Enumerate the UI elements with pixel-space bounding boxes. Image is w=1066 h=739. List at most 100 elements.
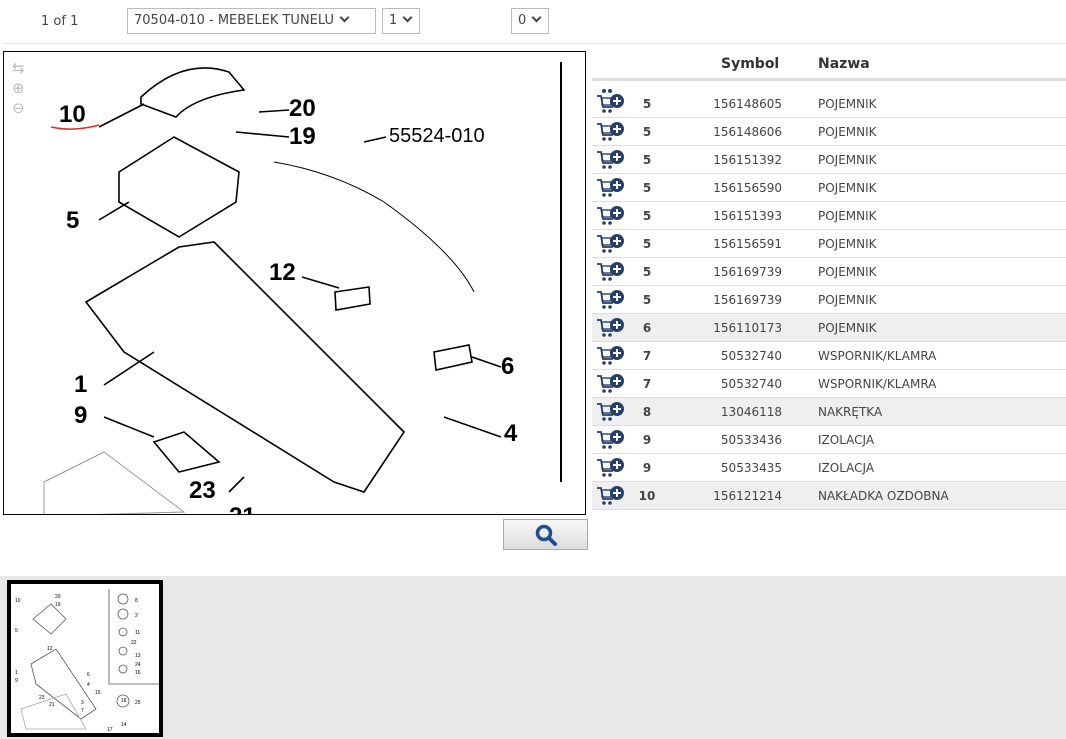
table-row[interactable]: 5 156151392 POJEMNIK [592,146,1066,174]
callout-label[interactable]: 6 [501,353,514,380]
dots-icon [592,81,1066,93]
callout-label[interactable]: 23 [189,477,216,504]
table-row[interactable]: 5 156156591 POJEMNIK [592,230,1066,258]
callout-label[interactable]: 5 [66,207,79,234]
parts-table: Symbol Nazwa 5 156148605 POJEMNIK 5 1561… [592,50,1066,510]
header-name[interactable]: Nazwa [818,56,870,72]
table-row[interactable]: 8 13046118 NAKRĘTKA [592,398,1066,426]
thumbnail-callout: 5 [15,628,18,634]
zoom-out-icon[interactable]: ⊖ [12,98,32,118]
page-select[interactable]: 1 [382,8,420,34]
part-name: POJEMNIK [818,321,877,335]
table-row[interactable]: 7 50532740 WSPORNIK/KLAMRA [592,370,1066,398]
part-symbol: 156169739 [713,293,782,307]
callout-label[interactable]: 20 [289,95,316,122]
part-name: POJEMNIK [818,209,877,223]
callout-label[interactable]: 19 [289,123,316,150]
table-row[interactable]: 5 156156590 POJEMNIK [592,174,1066,202]
thumbnail-callout: 21 [49,702,55,708]
table-body: 5 156148605 POJEMNIK 5 156148606 POJEMNI… [592,90,1066,510]
callout-label[interactable]: 1 [74,371,87,398]
part-symbol: 156169739 [713,265,782,279]
part-symbol: 156121214 [713,489,782,503]
chevron-down-icon [339,12,350,23]
diagram-thumbnail[interactable]: 10 20 19 5 12 1 9 6 4 23 21 3 7 8 2 11 22 13 24 16 25 15 18 14 1… [7,580,163,737]
part-name: POJEMNIK [818,153,877,167]
thumbnail-callout: 12 [47,646,53,652]
thumbnail-strip: 10 20 19 5 12 1 9 6 4 23 21 3 7 8 2 11 22 13 24 16 25 15 18 14 1… [0,576,1066,739]
magnifier-icon [535,524,557,546]
group-select[interactable]: 70504-010 - MEBELEK TUNELU [127,8,376,34]
callout-label[interactable]: 12 [269,259,296,286]
position-number: 6 [642,321,652,335]
position-number: 5 [642,265,652,279]
thumbnail-callout: 8 [135,598,138,604]
zoom-tools: ⇆ ⊕ ⊖ [12,58,32,118]
position-number: 5 [642,125,652,139]
position-number: 9 [642,433,652,447]
table-row[interactable]: 5 156151393 POJEMNIK [592,202,1066,230]
part-symbol: 156110173 [713,321,782,335]
table-row[interactable]: 7 50532740 WSPORNIK/KLAMRA [592,342,1066,370]
thumbnail-callout: 24 [135,662,141,668]
thumbnail-callout: 13 [135,653,141,659]
table-row[interactable]: 9 50533435 IZOLACJA [592,454,1066,482]
part-name: IZOLACJA [818,433,875,447]
thumbnail-callout: 18 [121,698,127,704]
thumbnail-callout: 3 [81,700,84,706]
part-symbol: 50533436 [720,433,782,447]
table-row[interactable]: 5 156169739 POJEMNIK [592,286,1066,314]
thumbnail-callout: 4 [87,682,90,688]
table-row[interactable]: 9 50533436 IZOLACJA [592,426,1066,454]
thumbnail-callout: 23 [39,695,45,701]
zoom-search-button[interactable] [503,519,588,550]
table-row[interactable]: 6 156110173 POJEMNIK [592,314,1066,342]
position-number: 7 [642,349,652,363]
thumbnail-callout: 1 [15,670,18,676]
thumbnail-callout: 25 [135,700,141,706]
part-name: POJEMNIK [818,125,877,139]
thumbnail-drawing: 10201951219642321 37821122132416251518141… [15,589,159,733]
position-number: 5 [642,97,652,111]
part-name: NAKRĘTKA [818,405,883,419]
header-symbol[interactable]: Symbol [721,56,779,72]
callout-label[interactable]: 10 [59,101,86,128]
part-name: POJEMNIK [818,181,877,195]
part-name: WSPORNIK/KLAMRA [818,349,937,363]
table-row[interactable]: 5 156148605 POJEMNIK [592,90,1066,118]
callout-label[interactable]: 4 [504,420,518,447]
table-row[interactable]: 5 156148606 POJEMNIK [592,118,1066,146]
variant-select-value: 0 [518,13,527,28]
part-symbol: 156156591 [713,237,782,251]
thumbnail-callout: 19 [55,602,61,608]
position-number: 7 [642,377,652,391]
thumbnail-callout: 15 [95,690,101,696]
callout-label[interactable]: 21 [229,503,256,515]
position-number: 5 [642,237,652,251]
part-symbol: 50532740 [720,377,782,391]
zoom-in-icon[interactable]: ⊕ [12,78,32,98]
parts-diagram[interactable]: 10 20 19 55524-010 5 12 6 1 9 4 23 21 ⇆ … [3,51,586,515]
chevron-down-icon [402,12,413,23]
fit-icon[interactable]: ⇆ [12,58,32,78]
part-name: POJEMNIK [818,97,877,111]
part-symbol: 50532740 [720,349,782,363]
thumbnail-callout: 11 [135,630,140,636]
table-row[interactable]: 10 156121214 NAKŁADKA OZDOBNA [592,482,1066,510]
callout-label[interactable]: 55524-010 [389,125,485,147]
part-symbol: 156151392 [713,153,782,167]
callout-label[interactable]: 9 [74,402,87,429]
part-symbol: 156156590 [713,181,782,195]
part-name: WSPORNIK/KLAMRA [818,377,937,391]
variant-select[interactable]: 0 [511,8,549,34]
position-number: 10 [638,489,656,503]
table-row[interactable]: 5 156169739 POJEMNIK [592,258,1066,286]
toolbar: 1 of 1 70504-010 - MEBELEK TUNELU 1 0 [3,0,1066,44]
part-symbol: 156151393 [713,209,782,223]
thumbnail-callout: 2 [135,613,138,619]
thumbnail-callout: 10 [15,598,21,604]
thumbnail-callout: 14 [121,722,127,728]
part-name: POJEMNIK [818,265,877,279]
thumbnail-callout: 22 [131,640,137,646]
position-number: 5 [642,153,652,167]
